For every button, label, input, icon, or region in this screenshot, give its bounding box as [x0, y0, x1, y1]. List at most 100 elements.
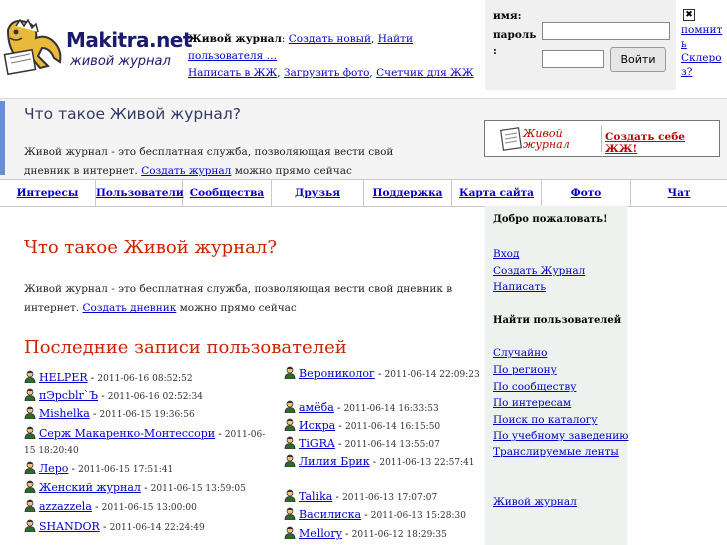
recent-post-date: 2011-06-16 08:52:52: [97, 374, 193, 384]
password-label: пароль: [493, 29, 537, 41]
remember-checkbox[interactable]: ✖: [683, 9, 695, 21]
sidebar-login-link[interactable]: Вход: [493, 248, 519, 260]
username-label: имя:: [493, 10, 522, 22]
nav-users-link[interactable]: Пользователи: [96, 187, 184, 199]
nav-photo[interactable]: Фото: [542, 180, 631, 206]
user-icon: [24, 480, 36, 493]
logo-brand: Makitra.net: [66, 28, 192, 52]
user-icon: [24, 406, 36, 419]
user-icon: [24, 519, 36, 532]
user-icon: [284, 526, 296, 539]
recent-post-user-link[interactable]: SHANDOR: [39, 520, 100, 533]
nav-sitemap[interactable]: Карта сайта: [452, 180, 542, 206]
login-button[interactable]: Войти: [610, 47, 666, 72]
header-section-label: Живой журнал: [188, 33, 282, 45]
recent-post-date: 2011-06-15 19:36:56: [99, 410, 195, 420]
recent-post-date: 2011-06-14 22:24:49: [109, 523, 205, 533]
recent-post-date: 2011-06-14 16:15:50: [344, 422, 441, 432]
recent-post-entry: Серж Макаренко-Монтессори - 2011-06-15 1…: [24, 426, 266, 456]
sidebar-create-journal-link[interactable]: Создать Журнал: [493, 265, 585, 277]
recent-post-entry: azzazzela - 2011-06-15 13:00:00: [24, 499, 274, 516]
promo-divider: [601, 125, 602, 152]
header-links: Живой журнал: Создать новый, Найти польз…: [188, 33, 474, 79]
sidebar-syndicated-link[interactable]: Транслируемые ленты: [493, 446, 619, 458]
create-own-lj-link[interactable]: Создать себе ЖЖ!: [605, 131, 719, 155]
recent-posts-title: Последние записи пользователей: [24, 337, 347, 358]
recent-post-date: 2011-06-14 16:33:53: [343, 404, 439, 414]
intro-title: Что такое Живой журнал?: [24, 105, 242, 123]
recent-post-date: 2011-06-14 13:55:07: [344, 440, 440, 450]
sidebar-lj-link[interactable]: Живой журнал: [493, 496, 577, 508]
sidebar-by-school-link[interactable]: По учебному заведению: [493, 430, 628, 442]
username-input[interactable]: [542, 22, 670, 40]
nav-sitemap-link[interactable]: Карта сайта: [459, 187, 534, 199]
user-icon: [24, 370, 36, 383]
sidebar: Добро пожаловать! Вход Создать Журнал На…: [485, 206, 628, 545]
nav-interests-link[interactable]: Интересы: [17, 187, 79, 199]
recent-post-user-link[interactable]: azzazzela: [39, 500, 92, 513]
recent-post-date: 2011-06-15 13:00:00: [101, 503, 197, 513]
sidebar-by-interests-link[interactable]: По интересам: [493, 397, 571, 409]
recent-post-user-link[interactable]: амёба: [299, 401, 334, 414]
sidebar-by-region-link[interactable]: По региону: [493, 364, 557, 376]
recent-post-user-link[interactable]: HELPER: [39, 371, 88, 384]
sidebar-catalog-search-link[interactable]: Поиск по каталогу: [493, 414, 597, 426]
sidebar-by-community-link[interactable]: По сообществу: [493, 381, 576, 393]
accent-bar: [0, 101, 5, 175]
user-icon: [284, 436, 296, 449]
nav-chat[interactable]: Чат: [631, 180, 727, 206]
create-journal-link[interactable]: Создать журнал: [141, 165, 231, 177]
site-logo[interactable]: Makitra.net живой журнал: [2, 14, 192, 80]
recent-post-user-link[interactable]: Искра: [299, 419, 335, 432]
create-new-link[interactable]: Создать новый: [289, 33, 371, 45]
recent-post-user-link[interactable]: TiGRA: [299, 437, 335, 450]
recent-post-date: 2011-06-13 15:28:30: [370, 511, 466, 521]
recent-post-user-link[interactable]: Серж Макаренко-Монтессори: [39, 427, 215, 440]
login-form: имя: пароль : Войти: [485, 0, 676, 90]
nav-photo-link[interactable]: Фото: [571, 187, 601, 199]
recent-post-user-link[interactable]: Mishelka: [39, 407, 90, 420]
promo-banner[interactable]: Живой журнал Создать себе ЖЖ!: [484, 120, 720, 157]
recent-post-date: 2011-06-13 17:07:07: [342, 493, 438, 503]
sidebar-find-users-title: Найти пользователей: [493, 315, 622, 326]
create-diary-link[interactable]: Создать дневник: [82, 302, 176, 314]
nav-support[interactable]: Поддержка: [364, 180, 452, 206]
recent-post-user-link[interactable]: Talika: [299, 490, 332, 503]
user-icon: [284, 489, 296, 502]
recent-post-user-link[interactable]: пЭрсblr`Ъ: [39, 389, 98, 402]
recent-post-date: 2011-06-13 22:57:41: [379, 458, 475, 468]
sidebar-random-link[interactable]: Случайно: [493, 347, 547, 359]
lizard-logo-icon: [3, 18, 62, 76]
recent-post-user-link[interactable]: Mellory: [299, 527, 342, 540]
recent-post-user-link[interactable]: Лерo: [39, 462, 68, 475]
nav-interests[interactable]: Интересы: [0, 180, 96, 206]
password-input[interactable]: [542, 50, 604, 68]
remember-block: ✖ помнить Склероз?: [681, 9, 727, 79]
nav-support-link[interactable]: Поддержка: [373, 187, 443, 199]
recent-post-entry: Mishelka - 2011-06-15 19:36:56: [24, 406, 274, 423]
remember-link[interactable]: помнить: [681, 24, 722, 50]
intro-text-tail: можно прямо сейчас: [234, 165, 352, 177]
user-icon: [24, 461, 36, 474]
upload-photo-link[interactable]: Загрузить фото: [284, 67, 369, 79]
main-text: Живой журнал - это бесплатная служба, по…: [24, 280, 464, 318]
nav-chat-link[interactable]: Чат: [668, 187, 691, 199]
recent-post-entry: пЭрсblr`Ъ - 2011-06-16 02:52:34: [24, 388, 274, 405]
recent-post-user-link[interactable]: Женский журнал: [39, 481, 141, 494]
sidebar-welcome: Добро пожаловать!: [493, 214, 608, 225]
forgot-password-link[interactable]: Склероз?: [681, 52, 722, 78]
nav-friends[interactable]: Друзья: [272, 180, 364, 206]
recent-post-user-link[interactable]: Василиска: [299, 508, 361, 521]
nav-communities-link[interactable]: Сообщества: [190, 187, 264, 199]
sidebar-write-link[interactable]: Написать: [493, 281, 546, 293]
write-lj-link[interactable]: Написать в ЖЖ: [188, 67, 277, 79]
user-icon: [284, 454, 296, 467]
recent-post-entry: HELPER - 2011-06-16 08:52:52: [24, 370, 274, 387]
nav-users[interactable]: Пользователи: [96, 180, 184, 206]
counter-link[interactable]: Счетчик для ЖЖ: [376, 67, 474, 79]
recent-post-user-link[interactable]: Верониколог: [299, 367, 375, 380]
nav-friends-link[interactable]: Друзья: [295, 187, 340, 199]
recent-post-user-link[interactable]: Лилия Брик: [299, 455, 370, 468]
nav-communities[interactable]: Сообщества: [183, 180, 272, 206]
recent-post-entry: Женский журнал - 2011-06-15 13:59:05: [24, 480, 274, 497]
